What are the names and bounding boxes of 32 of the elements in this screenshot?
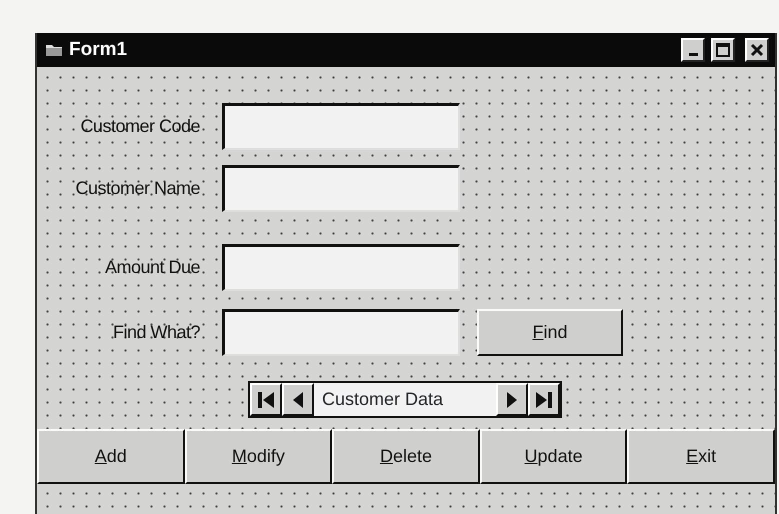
minimize-icon — [688, 53, 698, 56]
data-control-caption: Customer Data — [321, 388, 444, 411]
text-field[interactable] — [222, 165, 460, 212]
command-button[interactable]: Delete — [332, 429, 480, 484]
command-button[interactable]: Add — [37, 429, 185, 484]
text-field[interactable] — [222, 244, 460, 291]
text-field[interactable] — [222, 309, 460, 356]
left-triangle-icon — [291, 390, 305, 408]
window-title: Form1 — [69, 38, 128, 62]
form-icon — [45, 42, 63, 58]
data-control[interactable]: Customer Data — [248, 381, 562, 418]
field-label: Customer Name — [74, 177, 201, 200]
field-label: Amount Due — [104, 256, 201, 279]
command-button[interactable]: Modify — [184, 429, 332, 484]
command-button[interactable]: Exit — [627, 429, 775, 484]
last-record-button[interactable] — [528, 383, 560, 416]
minimize-button[interactable] — [681, 38, 705, 62]
skip-back-icon — [257, 390, 275, 408]
close-icon — [750, 43, 764, 57]
field-label: Customer Code — [79, 115, 201, 138]
maximize-icon — [716, 43, 730, 57]
find-button[interactable]: Find — [477, 309, 623, 356]
command-button[interactable]: Update — [480, 429, 628, 484]
right-triangle-icon — [505, 390, 519, 408]
text-field[interactable] — [222, 103, 460, 150]
close-button[interactable] — [745, 38, 769, 62]
field-label: Find What? — [112, 321, 201, 344]
previous-record-button[interactable] — [282, 383, 314, 416]
next-record-button[interactable] — [496, 383, 528, 416]
first-record-button[interactable] — [250, 383, 282, 416]
maximize-button[interactable] — [711, 38, 735, 62]
skip-forward-icon — [535, 390, 553, 408]
